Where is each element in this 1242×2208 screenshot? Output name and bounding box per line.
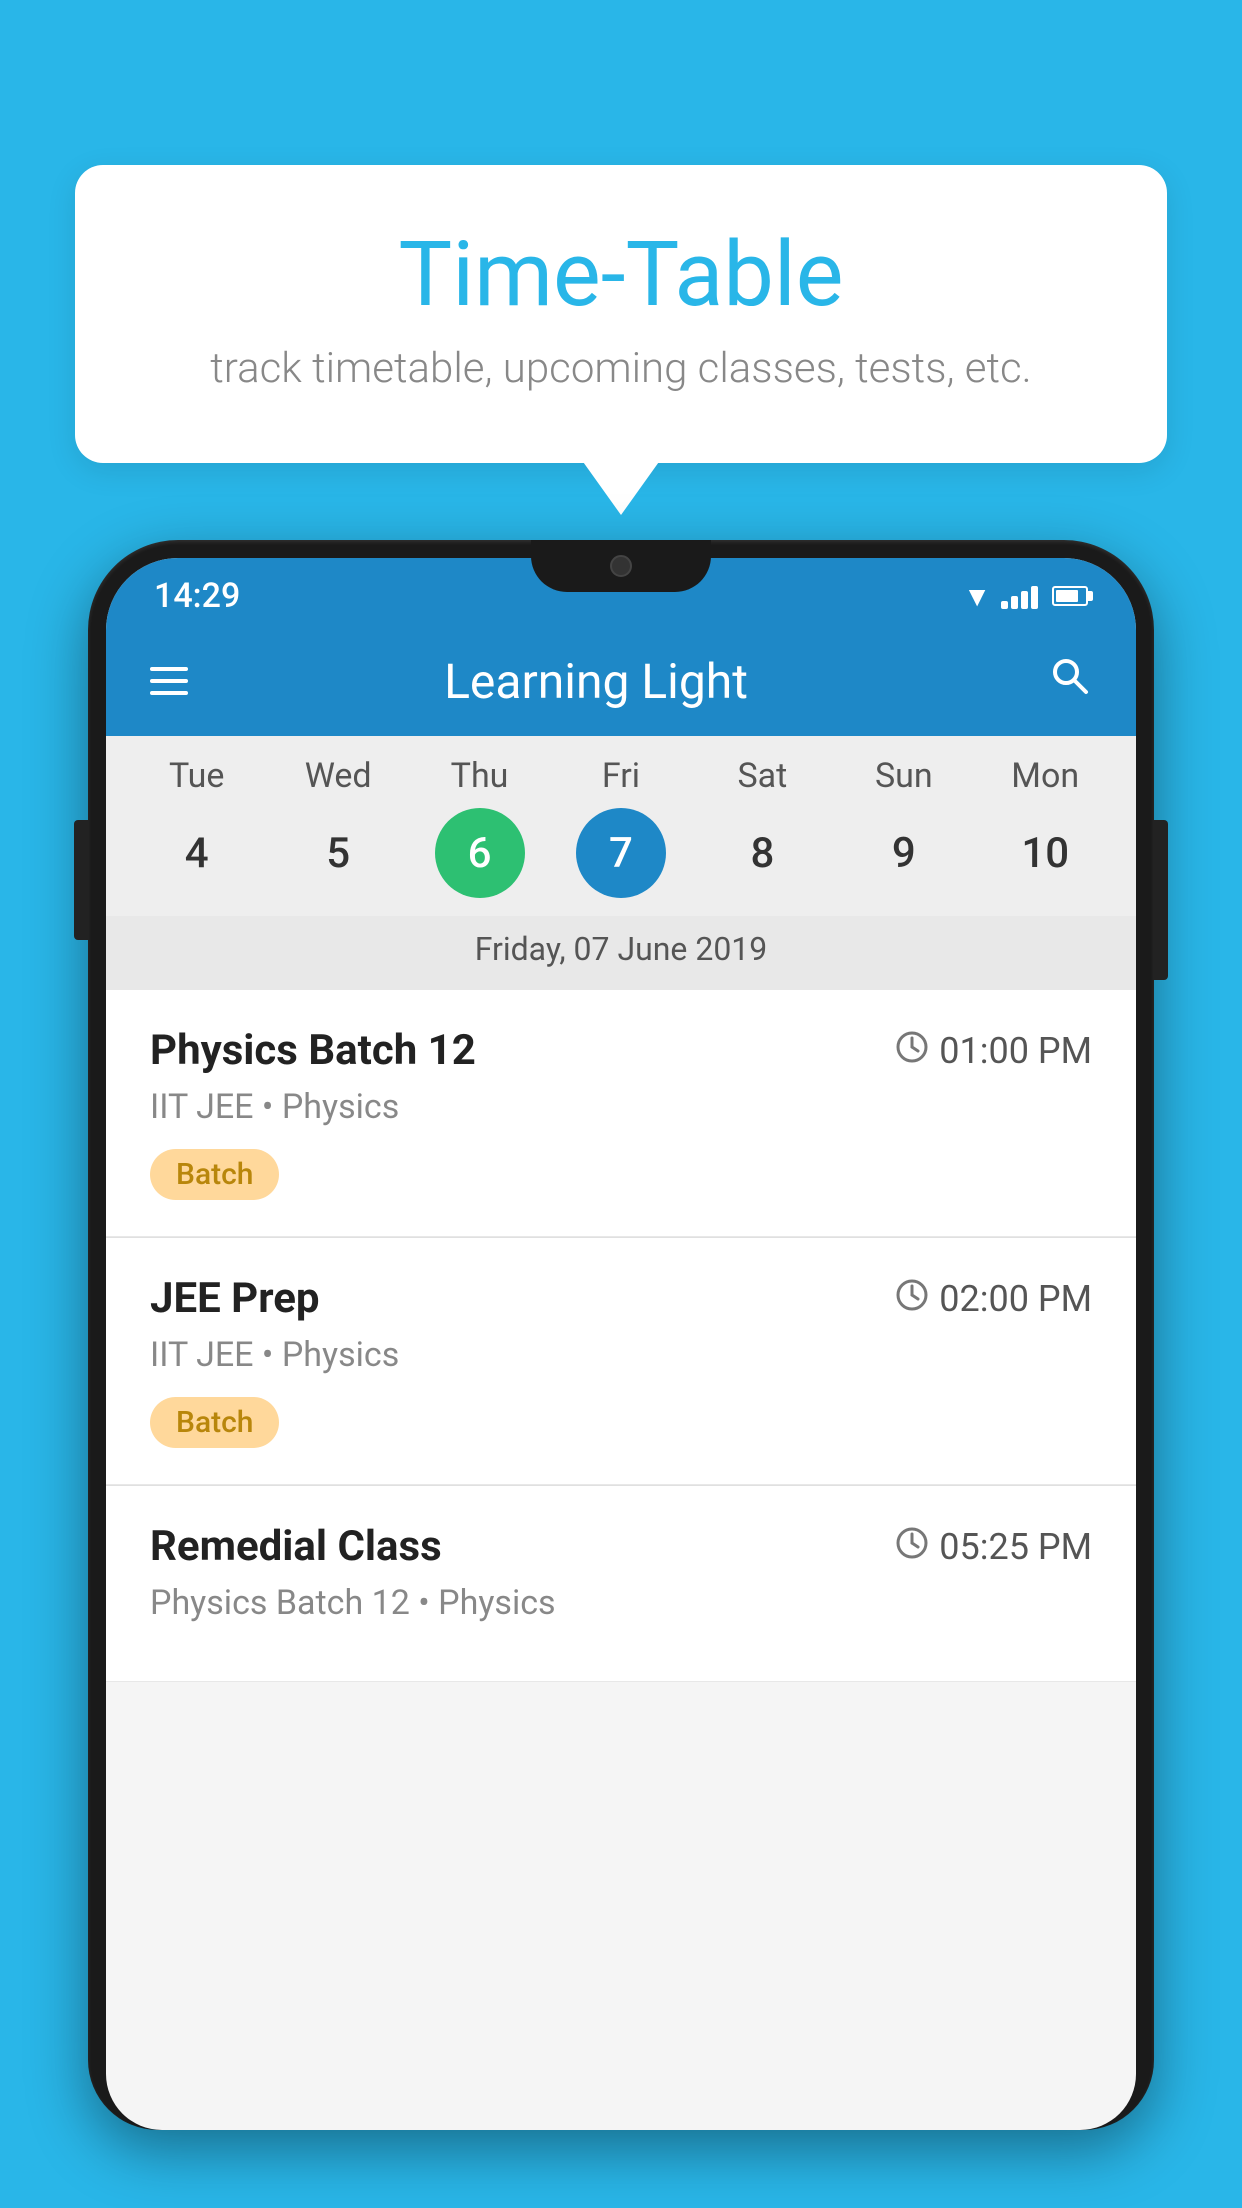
status-time: 14:29 — [154, 576, 240, 616]
speech-bubble-section: Time-Table track timetable, upcoming cla… — [75, 165, 1167, 463]
front-camera — [610, 555, 632, 577]
item-1-header: Physics Batch 12 01:00 PM — [150, 1026, 1092, 1075]
phone-outer: 14:29 ▼ — [88, 540, 1154, 2130]
item-1-time-container: 01:00 PM — [895, 1030, 1092, 1072]
day-header-fri: Fri — [571, 756, 671, 796]
day-7-selected[interactable]: 7 — [576, 808, 666, 898]
schedule-list: Physics Batch 12 01:00 PM — [106, 990, 1136, 1682]
item-2-badge: Batch — [150, 1397, 279, 1448]
item-2-time: 02:00 PM — [939, 1278, 1092, 1320]
day-header-wed: Wed — [288, 756, 388, 796]
item-2-title: JEE Prep — [150, 1274, 320, 1323]
clock-icon-1 — [895, 1030, 929, 1072]
clock-icon-2 — [895, 1278, 929, 1320]
day-9[interactable]: 9 — [859, 808, 949, 898]
status-icons: ▼ — [963, 580, 1088, 613]
day-numbers: 4 5 6 7 8 9 10 — [106, 808, 1136, 898]
item-3-time: 05:25 PM — [939, 1526, 1092, 1568]
phone-container: 14:29 ▼ — [88, 540, 1154, 2208]
schedule-item-2[interactable]: JEE Prep 02:00 PM — [106, 1238, 1136, 1485]
phone-screen: 14:29 ▼ — [106, 558, 1136, 2130]
menu-button[interactable] — [150, 667, 188, 695]
schedule-item-3[interactable]: Remedial Class 05:25 PM — [106, 1486, 1136, 1682]
item-3-time-container: 05:25 PM — [895, 1526, 1092, 1568]
speech-bubble-card: Time-Table track timetable, upcoming cla… — [75, 165, 1167, 463]
day-8[interactable]: 8 — [717, 808, 807, 898]
bubble-title: Time-Table — [155, 225, 1087, 324]
item-1-badge: Batch — [150, 1149, 279, 1200]
day-header-mon: Mon — [995, 756, 1095, 796]
day-headers: Tue Wed Thu Fri Sat Sun Mon — [106, 756, 1136, 796]
day-header-sun: Sun — [854, 756, 954, 796]
item-3-header: Remedial Class 05:25 PM — [150, 1522, 1092, 1571]
item-1-title: Physics Batch 12 — [150, 1026, 476, 1075]
item-1-subtitle: IIT JEE • Physics — [150, 1087, 1092, 1127]
item-3-subtitle: Physics Batch 12 • Physics — [150, 1583, 1092, 1623]
day-header-tue: Tue — [147, 756, 247, 796]
item-1-time: 01:00 PM — [939, 1030, 1092, 1072]
signal-icon — [1001, 583, 1038, 609]
clock-icon-3 — [895, 1526, 929, 1568]
item-2-subtitle: IIT JEE • Physics — [150, 1335, 1092, 1375]
day-header-thu: Thu — [430, 756, 530, 796]
day-10[interactable]: 10 — [1000, 808, 1090, 898]
phone-notch — [531, 540, 711, 592]
item-3-title: Remedial Class — [150, 1522, 442, 1571]
item-2-time-container: 02:00 PM — [895, 1278, 1092, 1320]
day-header-sat: Sat — [712, 756, 812, 796]
bubble-subtitle: track timetable, upcoming classes, tests… — [155, 344, 1087, 393]
schedule-item-1[interactable]: Physics Batch 12 01:00 PM — [106, 990, 1136, 1237]
app-bar: Learning Light — [106, 626, 1136, 736]
app-title: Learning Light — [188, 653, 1004, 710]
battery-icon — [1052, 586, 1088, 606]
item-2-header: JEE Prep 02:00 PM — [150, 1274, 1092, 1323]
day-6-today[interactable]: 6 — [435, 808, 525, 898]
day-5[interactable]: 5 — [293, 808, 383, 898]
selected-date-label: Friday, 07 June 2019 — [106, 916, 1136, 990]
search-button[interactable] — [1048, 654, 1092, 709]
calendar-strip: Tue Wed Thu Fri Sat Sun Mon 4 5 6 7 8 9 … — [106, 736, 1136, 990]
wifi-icon: ▼ — [963, 580, 991, 613]
day-4[interactable]: 4 — [152, 808, 242, 898]
